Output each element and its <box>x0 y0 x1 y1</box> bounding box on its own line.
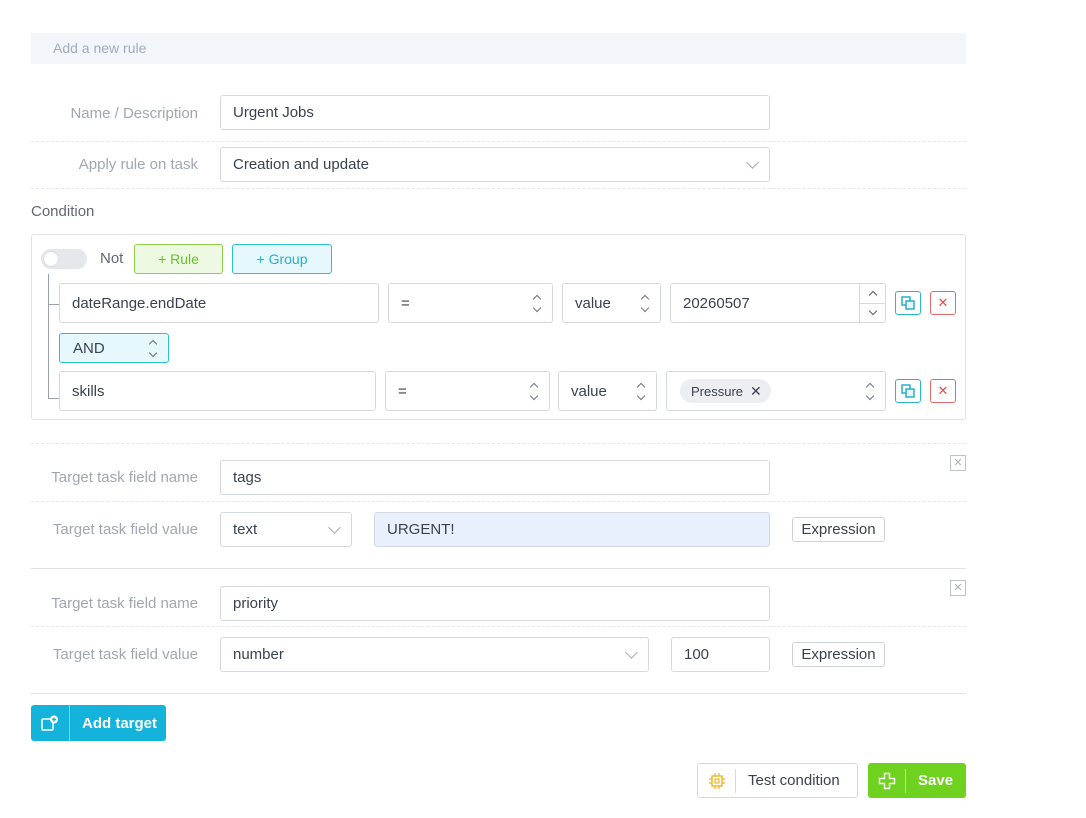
clone-rule-button[interactable] <box>895 379 921 403</box>
save-label: Save <box>918 772 954 789</box>
target-type-select[interactable]: number <box>220 637 649 672</box>
clone-rule-button[interactable] <box>895 291 921 315</box>
test-condition-label: Test condition <box>748 772 840 789</box>
tag-label: Pressure <box>691 383 744 399</box>
add-target-icon <box>31 705 70 741</box>
chip-icon <box>698 768 736 793</box>
rule-field-select[interactable]: dateRange.endDate <box>59 283 379 323</box>
rule-value-multiselect[interactable]: Pressure ✕ <box>666 371 886 411</box>
updown-arrows-icon <box>148 339 158 357</box>
plus-icon <box>868 768 906 793</box>
combinator-value: AND <box>73 339 105 357</box>
delete-rule-button[interactable]: ✕ <box>930 379 956 403</box>
add-target-label: Add target <box>82 714 157 732</box>
updown-arrows-icon <box>532 294 542 312</box>
target-value-label: Target task field value <box>52 646 198 663</box>
chevron-down-icon <box>746 155 759 169</box>
add-target-button[interactable]: Add target <box>31 705 166 741</box>
close-icon: ✕ <box>937 383 949 398</box>
target-name-value: tags <box>233 469 262 486</box>
target-name-value: priority <box>233 595 279 612</box>
tree-connector <box>48 304 59 305</box>
clone-icon <box>901 296 915 310</box>
divider <box>31 188 966 189</box>
target-value-input[interactable]: URGENT! <box>374 512 770 547</box>
toggle-knob <box>44 252 58 266</box>
expression-button[interactable]: Expression <box>792 517 885 542</box>
divider <box>31 568 966 569</box>
rule-field-value: dateRange.endDate <box>72 294 207 312</box>
delete-rule-button[interactable]: ✕ <box>930 291 956 315</box>
rule-value-number-input[interactable]: 20260507 <box>670 283 886 323</box>
rule-operator-value: = <box>401 294 410 312</box>
stepper-up-button[interactable] <box>860 284 885 303</box>
name-label: Name / Description <box>70 105 198 122</box>
target-name-input[interactable]: priority <box>220 586 770 621</box>
target-name-input[interactable]: tags <box>220 460 770 495</box>
target-name-label: Target task field name <box>51 469 198 486</box>
save-button[interactable]: Save <box>868 763 966 798</box>
apply-rule-value: Creation and update <box>233 156 369 173</box>
tag-chip: Pressure ✕ <box>680 379 771 403</box>
add-group-button[interactable]: + Group <box>232 244 332 274</box>
name-input[interactable]: Urgent Jobs <box>220 95 770 130</box>
remove-tag-icon[interactable]: ✕ <box>750 383 762 400</box>
target-value-input[interactable]: 100 <box>671 637 770 672</box>
target-type-value: number <box>233 646 284 663</box>
divider <box>31 626 966 627</box>
remove-target-button[interactable]: ✕ <box>950 580 966 596</box>
not-label: Not <box>100 250 124 267</box>
chevron-down-icon <box>625 645 638 659</box>
number-stepper <box>859 284 885 322</box>
rule-value-source-value: value <box>571 382 607 400</box>
chevron-up-icon <box>868 290 877 299</box>
target-value: 100 <box>684 646 710 663</box>
form-header-title: Add a new rule <box>53 40 147 56</box>
tree-connector <box>48 274 49 399</box>
combinator-select[interactable]: AND <box>59 333 169 363</box>
expression-button[interactable]: Expression <box>792 642 885 667</box>
updown-arrows-icon <box>529 382 539 400</box>
test-condition-button[interactable]: Test condition <box>697 763 858 798</box>
target-value: URGENT! <box>387 521 455 538</box>
rule-value-source-select[interactable]: value <box>562 283 661 323</box>
stepper-down-button[interactable] <box>860 302 885 323</box>
target-type-select[interactable]: text <box>220 512 352 547</box>
target-value-label: Target task field value <box>52 521 198 538</box>
add-rule-button[interactable]: + Rule <box>134 244 223 274</box>
close-icon: ✕ <box>937 295 949 310</box>
rule-value: 20260507 <box>683 294 750 312</box>
target-type-value: text <box>233 521 258 538</box>
target-name-label: Target task field name <box>51 595 198 612</box>
clone-icon <box>901 384 915 398</box>
divider <box>31 141 966 142</box>
tree-connector <box>48 398 59 399</box>
updown-arrows-icon <box>640 294 650 312</box>
rule-field-select[interactable]: skills <box>59 371 376 411</box>
updown-arrows-icon <box>636 382 646 400</box>
rule-operator-select[interactable]: = <box>388 283 553 323</box>
condition-title: Condition <box>31 203 95 220</box>
rule-value-source-value: value <box>575 294 611 312</box>
form-header: Add a new rule <box>31 33 966 64</box>
rule-value-source-select[interactable]: value <box>558 371 657 411</box>
rule-operator-select[interactable]: = <box>385 371 550 411</box>
remove-target-button[interactable]: ✕ <box>950 455 966 471</box>
not-toggle[interactable] <box>41 249 87 269</box>
divider <box>31 443 966 444</box>
divider <box>31 501 966 502</box>
rule-field-value: skills <box>72 382 105 400</box>
chevron-down-icon <box>868 307 877 316</box>
divider <box>31 693 966 694</box>
chevron-down-icon <box>328 520 341 534</box>
apply-rule-select[interactable]: Creation and update <box>220 147 770 182</box>
close-icon: ✕ <box>953 456 963 469</box>
name-input-value: Urgent Jobs <box>233 104 314 121</box>
updown-arrows-icon <box>865 382 875 400</box>
rule-operator-value: = <box>398 382 407 400</box>
apply-rule-label: Apply rule on task <box>78 156 198 173</box>
close-icon: ✕ <box>953 581 963 594</box>
